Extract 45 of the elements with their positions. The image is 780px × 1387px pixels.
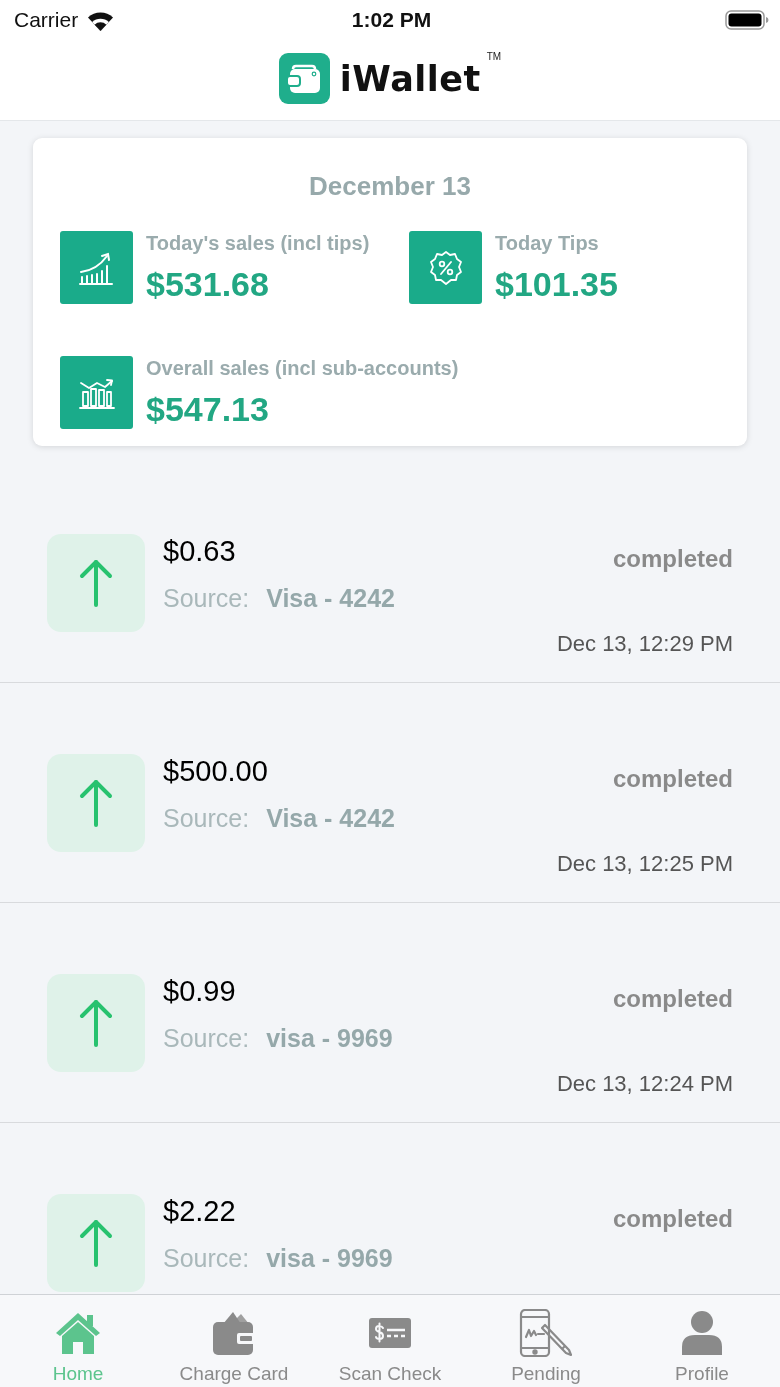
phone-pen-icon (518, 1309, 574, 1357)
tab-button[interactable]: Profile (624, 1295, 780, 1387)
money-bill-icon (369, 1318, 411, 1348)
clock-time: 1:02 PM (351, 8, 432, 32)
transaction-date: Dec 13, 12:25 PM (556, 851, 733, 877)
carrier-name: Carrier (14, 8, 79, 32)
source-label: Source: (163, 1243, 250, 1273)
wallet-logo-icon (278, 53, 330, 104)
stat-label: Overall sales (incl sub-accounts) (146, 356, 459, 380)
home-icon (55, 1311, 101, 1355)
tab-button[interactable]: Charge Card (156, 1295, 312, 1387)
transaction-amount: $0.63 (163, 534, 237, 568)
tab-button[interactable]: Pending (468, 1295, 624, 1387)
stat-value: $101.35 (495, 264, 618, 304)
summary-date: December 13 (308, 171, 472, 201)
transaction-date: Dec 13, 12:29 PM (556, 631, 733, 657)
source-value: Visa - 4242 (266, 803, 395, 833)
transaction-status: completed (612, 545, 733, 573)
trademark-mark: TM (486, 51, 502, 62)
stat-value: $531.68 (146, 264, 270, 304)
source-value: visa - 9969 (266, 1243, 393, 1273)
source-value: visa - 9969 (266, 1023, 393, 1053)
transaction-status: completed (612, 1205, 733, 1233)
source-label: Source: (163, 803, 250, 833)
wifi-icon (86, 9, 116, 31)
person-icon (681, 1311, 723, 1355)
transaction-amount: $2.22 (163, 1194, 237, 1228)
tab-button[interactable]: Home (0, 1295, 156, 1387)
tab-button[interactable]: Scan Check (312, 1295, 468, 1387)
trend-chart-icon (60, 231, 133, 304)
transaction-amount: $0.99 (163, 974, 237, 1008)
transaction-date: Dec 13, 12:24 PM (556, 1071, 733, 1097)
transaction-status: completed (612, 985, 733, 1013)
stat-label: Today Tips (495, 231, 600, 255)
transaction-amount: $500.00 (163, 754, 269, 788)
percent-badge-icon (409, 231, 482, 304)
transaction-status: completed (612, 765, 733, 793)
bar-chart-icon (60, 356, 133, 429)
source-value: Visa - 4242 (266, 583, 395, 613)
logo-text: iWallet (339, 57, 481, 100)
battery-icon (725, 10, 769, 30)
stat-label: Today's sales (incl tips) (146, 231, 370, 255)
source-label: Source: (163, 1023, 250, 1053)
source-label: Source: (163, 583, 250, 613)
stat-value: $547.13 (146, 389, 270, 429)
